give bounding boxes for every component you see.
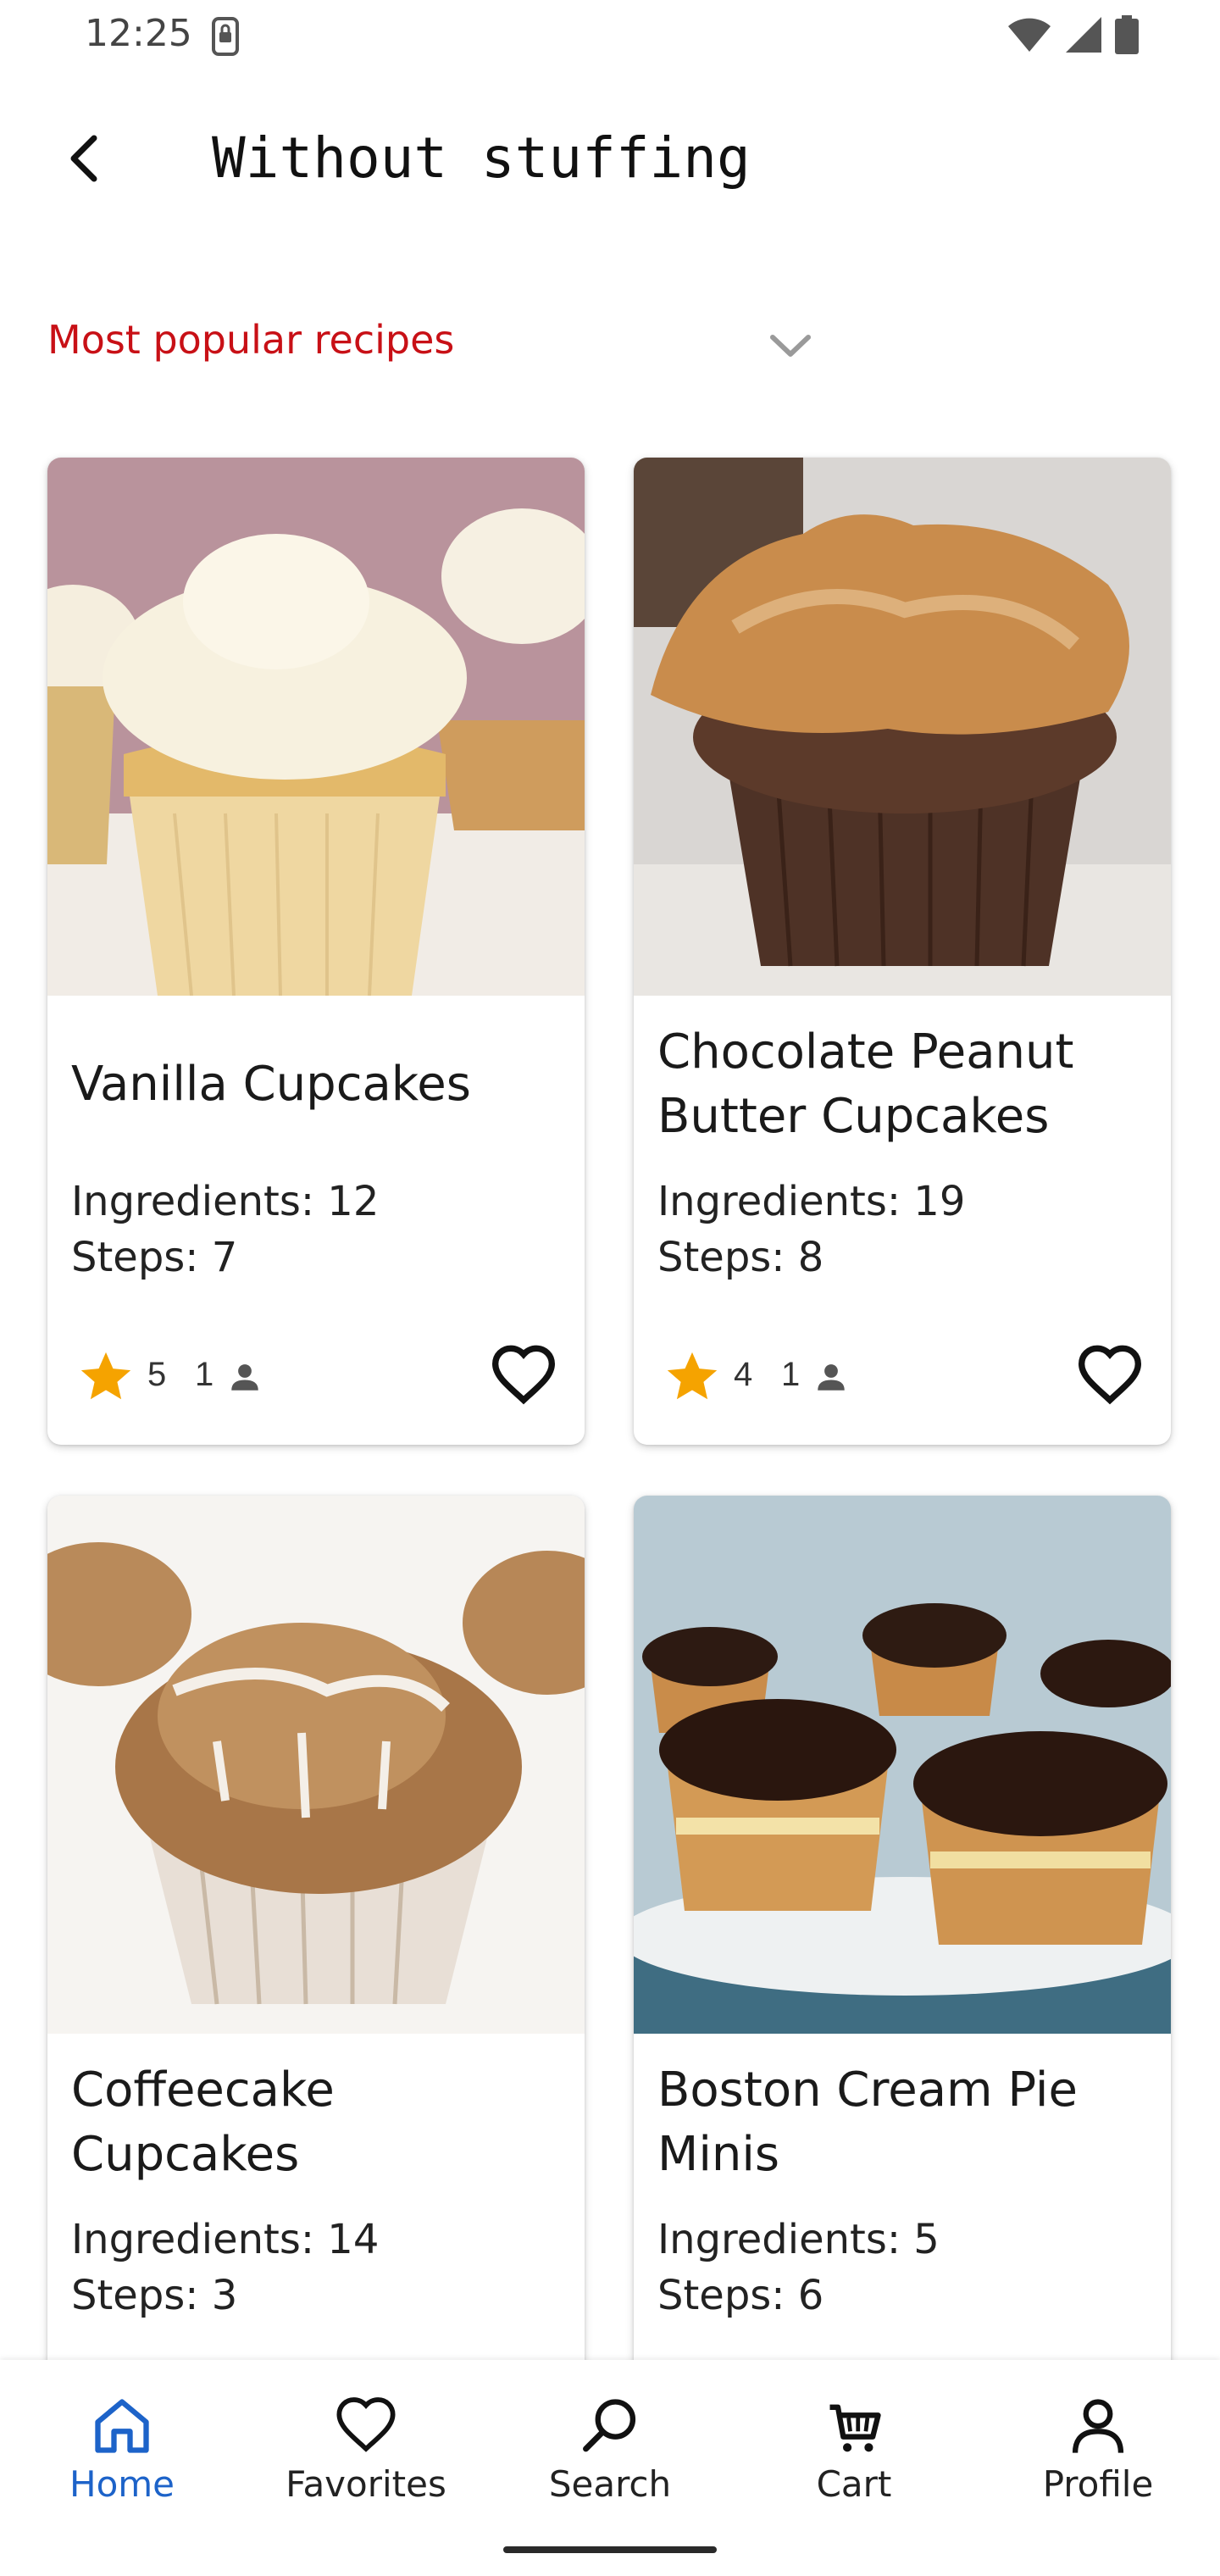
recipe-title: Coffeecake Cupcakes	[71, 2062, 335, 2182]
steps-count: Steps: 6	[657, 2272, 824, 2319]
recipe-footer: 4 1	[657, 1339, 1149, 1415]
ingredients-count: Ingredients: 12	[71, 1178, 380, 1225]
recipe-card[interactable]: Boston Cream Pie Minis Ingredients: 5 St…	[634, 1496, 1171, 2483]
nav-label: Search	[548, 2463, 672, 2505]
nav-cart[interactable]: Cart	[732, 2394, 976, 2538]
favorite-heart-icon[interactable]	[1076, 1342, 1144, 1410]
status-time: 12:25	[85, 12, 192, 55]
recipe-card[interactable]: Chocolate Peanut Butter Cupcakes Ingredi…	[634, 458, 1171, 1445]
recipe-image	[634, 1496, 1171, 2034]
ingredients-count: Ingredients: 5	[657, 2216, 940, 2263]
recipe-title: Boston Cream Pie Minis	[657, 2062, 1078, 2182]
person-icon	[231, 1364, 258, 1391]
ingredients-count: Ingredients: 19	[657, 1178, 966, 1225]
person-icon	[1072, 2399, 1124, 2453]
wifi-icon	[1008, 18, 1051, 52]
recipe-card[interactable]: Vanilla Cupcakes Ingredients: 12 Steps: …	[47, 458, 585, 1445]
search-icon	[583, 2399, 636, 2452]
nav-profile[interactable]: Profile	[976, 2394, 1220, 2538]
recipe-image	[634, 458, 1171, 996]
steps-count: Steps: 3	[71, 2272, 238, 2319]
sort-label: Most popular recipes	[47, 317, 455, 363]
recipe-info: Ingredients: 19 Steps: 8	[657, 1174, 965, 1285]
heart-icon	[336, 2397, 396, 2452]
nav-label: Favorites	[286, 2463, 446, 2505]
home-indicator	[503, 2546, 717, 2553]
recipe-info: Ingredients: 5 Steps: 6	[657, 2212, 940, 2323]
recipe-card[interactable]: Coffeecake Cupcakes Ingredients: 14 Step…	[47, 1496, 585, 2483]
page-title: Without stuffing	[212, 125, 751, 191]
recipe-footer: 5 1	[71, 1339, 563, 1415]
home-icon	[95, 2399, 149, 2453]
star-icon	[80, 1352, 131, 1400]
chevron-down-icon	[770, 335, 811, 357]
recipe-image	[47, 1496, 585, 2034]
nav-label: Home	[69, 2463, 175, 2505]
nav-label: Cart	[816, 2463, 892, 2505]
nav-favorites[interactable]: Favorites	[244, 2394, 488, 2538]
nav-home[interactable]: Home	[0, 2394, 244, 2538]
recipe-title: Vanilla Cupcakes	[71, 1057, 471, 1112]
recipe-info: Ingredients: 12 Steps: 7	[71, 1174, 379, 1285]
steps-count: Steps: 8	[657, 1234, 824, 1281]
cellular-signal-icon	[1066, 17, 1101, 53]
rating-value: 4	[734, 1356, 753, 1393]
rating-value: 5	[147, 1356, 167, 1393]
recipe-info: Ingredients: 14 Steps: 3	[71, 2212, 379, 2323]
top-app-bar: Without stuffing	[0, 102, 1220, 212]
nav-search[interactable]: Search	[488, 2394, 732, 2538]
rating-count: 1	[195, 1356, 214, 1393]
cart-icon	[829, 2404, 881, 2452]
star-icon	[667, 1352, 718, 1400]
nav-label: Profile	[1042, 2463, 1154, 2505]
favorite-heart-icon[interactable]	[490, 1342, 557, 1410]
rating-count: 1	[781, 1356, 801, 1393]
back-button[interactable]	[47, 120, 124, 197]
arrow-back-icon	[70, 135, 97, 182]
recipe-image	[47, 458, 585, 996]
sort-dropdown[interactable]: Most popular recipes	[47, 305, 811, 381]
bottom-navigation: Home Favorites Search Cart Profile	[0, 2360, 1220, 2576]
battery-icon	[1115, 15, 1139, 54]
ingredients-count: Ingredients: 14	[71, 2216, 380, 2263]
person-icon	[818, 1364, 845, 1391]
recipe-title: Chocolate Peanut Butter Cupcakes	[657, 1024, 1074, 1144]
status-bar: 12:25	[0, 0, 1220, 75]
screen-lock-icon	[212, 17, 239, 56]
steps-count: Steps: 7	[71, 1234, 238, 1281]
